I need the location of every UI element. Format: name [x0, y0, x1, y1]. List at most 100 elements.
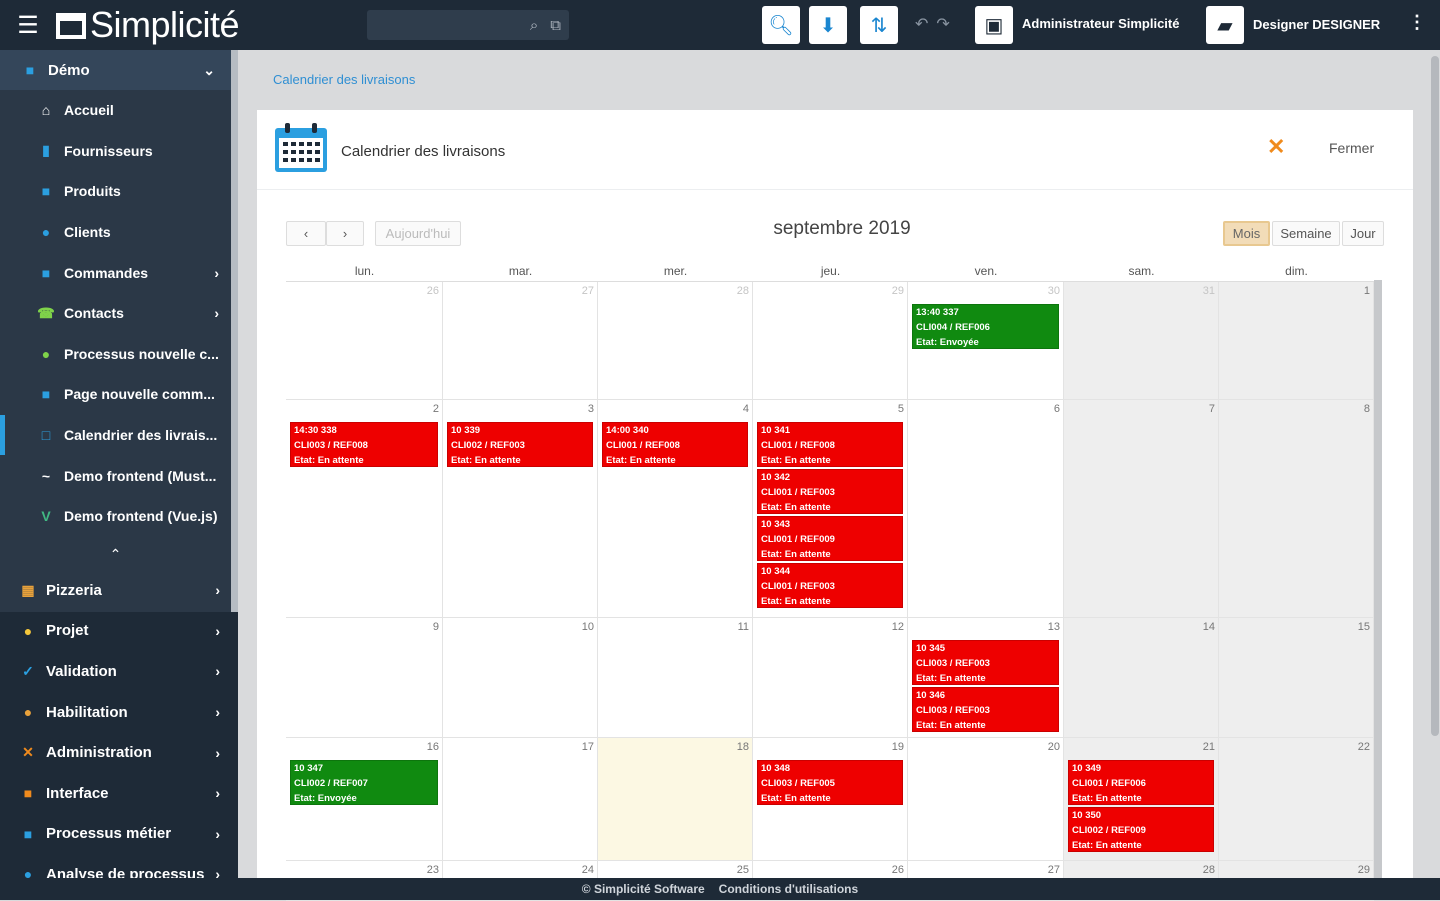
sidebar-item[interactable]: ☎ Contacts › [0, 293, 231, 334]
calendar-event[interactable]: 10 346 CLI003 / REF003 Etat: En attente [912, 687, 1059, 732]
day-number[interactable]: 3 [588, 403, 594, 415]
hamburger-menu-icon[interactable]: ☰ [0, 0, 56, 50]
calendar-day-cell[interactable]: 6 [908, 400, 1064, 618]
calendar-day-cell[interactable]: 14 [1064, 618, 1219, 738]
day-number[interactable]: 31 [1203, 285, 1215, 297]
day-number[interactable]: 21 [1203, 741, 1215, 753]
calendar-event[interactable]: 10 341 CLI001 / REF008 Etat: En attente [757, 422, 903, 467]
sidebar-item[interactable]: ■ Page nouvelle comm... [0, 374, 231, 415]
day-number[interactable]: 1 [1364, 285, 1370, 297]
user-name[interactable]: Administrateur Simplicité [1022, 16, 1179, 31]
designer-avatar[interactable]: ▰ [1206, 6, 1244, 44]
day-number[interactable]: 13 [1048, 621, 1060, 633]
search-icon[interactable]: ⌕ [530, 17, 538, 34]
day-number[interactable]: 16 [427, 741, 439, 753]
sidebar-group-header-demo[interactable]: ■ Démo ⌄ [0, 50, 231, 90]
calendar-event[interactable]: 10 350 CLI002 / REF009 Etat: En attente [1068, 807, 1214, 852]
calendar-event[interactable]: 10 342 CLI001 / REF003 Etat: En attente [757, 469, 903, 514]
collapse-up-icon[interactable]: ⌃ [0, 537, 231, 573]
breadcrumb[interactable]: Calendrier des livraisons [273, 72, 415, 87]
calendar-day-cell[interactable]: 20 [908, 738, 1064, 861]
sidebar-item[interactable]: □ Calendrier des livrais... [0, 414, 231, 456]
sidebar-scrollbar[interactable] [231, 50, 238, 612]
view-week-button[interactable]: Semaine [1272, 221, 1340, 246]
day-number[interactable]: 10 [582, 621, 594, 633]
day-number[interactable]: 17 [582, 741, 594, 753]
calendar-day-cell[interactable]: 17 [443, 738, 598, 861]
day-number[interactable]: 22 [1358, 741, 1370, 753]
main-scrollbar[interactable] [1430, 50, 1440, 878]
day-number[interactable]: 29 [892, 285, 904, 297]
day-number[interactable]: 8 [1364, 403, 1370, 415]
day-number[interactable]: 29 [1358, 864, 1370, 876]
calendar-day-cell[interactable]: 28 [598, 282, 753, 400]
logo[interactable]: Simplicité [56, 0, 240, 50]
day-number[interactable]: 2 [433, 403, 439, 415]
day-number[interactable]: 26 [892, 864, 904, 876]
day-number[interactable]: 19 [892, 741, 904, 753]
calendar-day-cell[interactable]: 26 [286, 282, 443, 400]
calendar-day-cell[interactable]: 27 [443, 282, 598, 400]
calendar-day-cell[interactable]: 10 [443, 618, 598, 738]
prev-month-button[interactable]: ‹ [286, 221, 326, 246]
external-link-icon[interactable]: ⧉ [550, 17, 561, 34]
day-number[interactable]: 4 [743, 403, 749, 415]
calendar-event[interactable]: 10 339 CLI002 / REF003 Etat: En attente [447, 422, 593, 467]
calendar-event[interactable]: 14:30 338 CLI003 / REF008 Etat: En attente [290, 422, 438, 467]
sidebar-item[interactable]: ⌂ Accueil [0, 90, 231, 131]
sidebar-item[interactable]: ■ Produits [0, 171, 231, 212]
calendar-event[interactable]: 10 349 CLI001 / REF006 Etat: En attente [1068, 760, 1214, 805]
download-button[interactable]: ⬇ [809, 6, 847, 44]
calendar-day-cell[interactable]: 7 [1064, 400, 1219, 618]
redo-icon[interactable]: ↷ [936, 16, 957, 33]
sidebar-item[interactable]: V Demo frontend (Vue.js) [0, 496, 231, 537]
sidebar-group[interactable]: ✓ Validation › [0, 651, 238, 692]
next-month-button[interactable]: › [326, 221, 364, 246]
calendar-event[interactable]: 10 347 CLI002 / REF007 Etat: Envoyée [290, 760, 438, 805]
main-scrollbar-thumb[interactable] [1431, 56, 1439, 736]
calendar-event[interactable]: 13:40 337 CLI004 / REF006 Etat: Envoyée [912, 304, 1059, 349]
more-options-icon[interactable]: ⋮ [1408, 12, 1426, 33]
calendar-scrollbar[interactable] [1374, 280, 1382, 878]
day-number[interactable]: 28 [737, 285, 749, 297]
sidebar-group[interactable]: ● Habilitation › [0, 692, 238, 733]
sidebar-item[interactable]: ● Clients [0, 212, 231, 253]
user-avatar[interactable]: ▣ [975, 6, 1013, 44]
day-number[interactable]: 27 [582, 285, 594, 297]
sidebar-item[interactable]: ▮ Fournisseurs [0, 131, 231, 172]
view-day-button[interactable]: Jour [1342, 221, 1384, 246]
day-number[interactable]: 7 [1209, 403, 1215, 415]
calendar-day-cell[interactable]: 31 [1064, 282, 1219, 400]
footer-terms-link[interactable]: Conditions d'utilisations [719, 882, 859, 896]
designer-name[interactable]: Designer DESIGNER [1253, 17, 1380, 32]
calendar-event[interactable]: 10 348 CLI003 / REF005 Etat: En attente [757, 760, 903, 805]
day-number[interactable]: 12 [892, 621, 904, 633]
calendar-day-cell[interactable]: 11 [598, 618, 753, 738]
sidebar-group[interactable]: ● Projet › [0, 611, 238, 652]
calendar-event[interactable]: 14:00 340 CLI001 / REF008 Etat: En attente [602, 422, 748, 467]
calendar-day-cell[interactable]: 12 [753, 618, 908, 738]
calendar-day-cell[interactable]: 8 [1219, 400, 1374, 618]
day-number[interactable]: 9 [433, 621, 439, 633]
day-number[interactable]: 20 [1048, 741, 1060, 753]
undo-icon[interactable]: ↶ [915, 16, 936, 33]
day-number[interactable]: 6 [1054, 403, 1060, 415]
sidebar-group[interactable]: ● Analyse de processus › [0, 854, 238, 878]
calendar-day-cell[interactable]: 1 [1219, 282, 1374, 400]
calendar-day-cell[interactable]: 22 [1219, 738, 1374, 861]
view-month-button[interactable]: Mois [1223, 221, 1270, 246]
close-button[interactable]: Fermer [1329, 140, 1374, 156]
day-number[interactable]: 27 [1048, 864, 1060, 876]
calendar-event[interactable]: 10 343 CLI001 / REF009 Etat: En attente [757, 516, 903, 561]
day-number[interactable]: 25 [737, 864, 749, 876]
day-number[interactable]: 30 [1048, 285, 1060, 297]
sidebar-item[interactable]: ■ Commandes › [0, 252, 231, 293]
sidebar-item[interactable]: ● Processus nouvelle c... [0, 334, 231, 375]
day-number[interactable]: 5 [898, 403, 904, 415]
sidebar-group[interactable]: ■ Processus métier › [0, 814, 238, 855]
calendar-event[interactable]: 10 345 CLI003 / REF003 Etat: En attente [912, 640, 1059, 685]
day-number[interactable]: 15 [1358, 621, 1370, 633]
sidebar-group[interactable]: ■ Interface › [0, 773, 238, 814]
day-number[interactable]: 24 [582, 864, 594, 876]
day-number[interactable]: 28 [1203, 864, 1215, 876]
